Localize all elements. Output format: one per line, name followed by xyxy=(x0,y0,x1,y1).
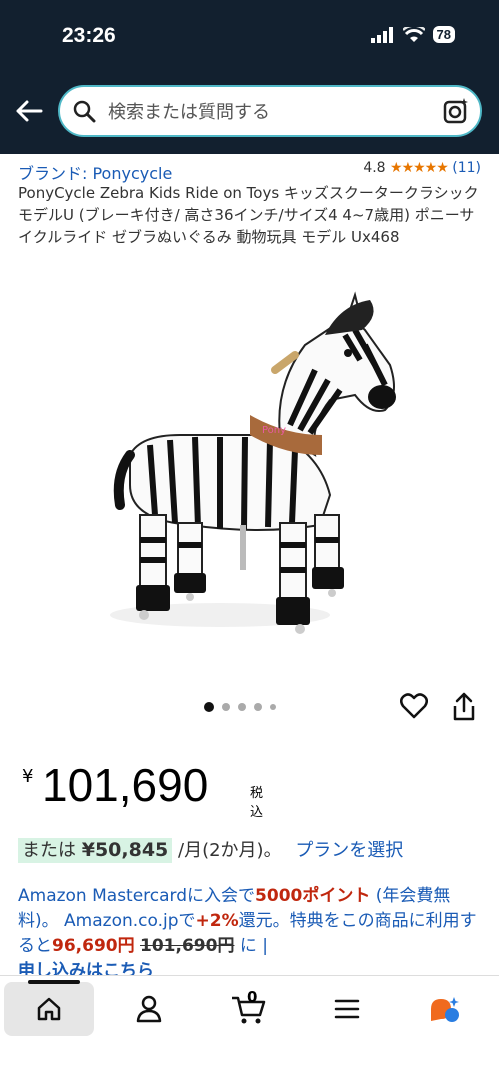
wifi-icon xyxy=(402,26,425,42)
promo-new-price: 96,690円 xyxy=(52,936,135,956)
installment-amount: ¥50,845 xyxy=(81,839,169,861)
menu-icon xyxy=(334,999,360,1019)
status-icons: 78 xyxy=(370,26,455,43)
image-carousel-dots[interactable] xyxy=(204,702,276,712)
carousel-dot[interactable] xyxy=(222,703,230,711)
promo-points: 5000ポイント xyxy=(255,886,371,906)
status-time: 23:26 xyxy=(62,24,116,47)
search-icon xyxy=(73,100,96,123)
back-arrow-icon[interactable] xyxy=(14,96,44,126)
header xyxy=(0,76,499,154)
rating[interactable]: 4.8 ★★★★★ (11) xyxy=(363,160,481,176)
tax-label: 税込 xyxy=(250,786,264,820)
brand-row: ブランド: Ponycycle 4.8 ★★★★★ (11) xyxy=(18,160,481,183)
star-rating-icon: ★★★★★ xyxy=(390,160,449,176)
review-count: (11) xyxy=(452,160,481,176)
share-icon[interactable] xyxy=(452,692,476,722)
nav-account[interactable] xyxy=(104,982,194,1036)
search-bar[interactable] xyxy=(58,85,482,137)
search-input[interactable] xyxy=(106,87,430,137)
svg-text:Pony: Pony xyxy=(262,425,286,436)
carousel-dot[interactable] xyxy=(238,703,246,711)
brand-link[interactable]: ブランド: Ponycycle xyxy=(18,164,172,183)
heart-icon[interactable] xyxy=(400,693,428,719)
promo-text: に | xyxy=(234,936,268,956)
battery-indicator: 78 xyxy=(432,26,455,43)
installment-row: または ¥50,845 /月(2か月)。 プランを選択 xyxy=(18,836,403,863)
currency-symbol: ¥ xyxy=(22,766,34,787)
select-plan-link[interactable]: プランを選択 xyxy=(295,840,403,861)
active-tab-indicator xyxy=(28,980,80,984)
promo-percent: +2% xyxy=(195,911,239,931)
installment-highlight: または ¥50,845 xyxy=(18,838,173,863)
status-bar: 23:26 78 xyxy=(0,0,499,76)
card-promo[interactable]: Amazon Mastercardに入会で5000ポイント (年会費無料)。 A… xyxy=(18,884,486,984)
price-value: 101,690 xyxy=(42,759,209,811)
rufus-ai-icon xyxy=(431,997,459,1022)
cart-count: 0 xyxy=(247,988,258,1006)
camera-search-icon[interactable] xyxy=(442,97,470,125)
carousel-dot[interactable] xyxy=(270,704,276,710)
nav-menu[interactable] xyxy=(302,982,392,1036)
product-image[interactable]: Pony xyxy=(100,285,410,655)
nav-home[interactable] xyxy=(4,980,94,1036)
promo-text: Amazon Mastercardに入会で xyxy=(18,886,256,906)
nav-rufus[interactable] xyxy=(400,982,490,1036)
promo-old-price: 101,690円 xyxy=(140,936,235,956)
installment-suffix: /月(2か月)。 xyxy=(178,840,282,861)
product-title: PonyCycle Zebra Kids Ride on Toys キッズスクー… xyxy=(18,184,479,246)
installment-prefix: または xyxy=(22,840,76,861)
rating-value: 4.8 xyxy=(363,160,386,176)
nav-cart[interactable]: 0 xyxy=(204,982,294,1036)
home-icon xyxy=(37,997,61,1021)
carousel-dot[interactable] xyxy=(204,702,214,712)
signal-icon xyxy=(370,26,393,43)
carousel-dot[interactable] xyxy=(254,703,262,711)
bottom-nav: 0 xyxy=(0,975,499,1081)
account-icon xyxy=(136,995,162,1023)
